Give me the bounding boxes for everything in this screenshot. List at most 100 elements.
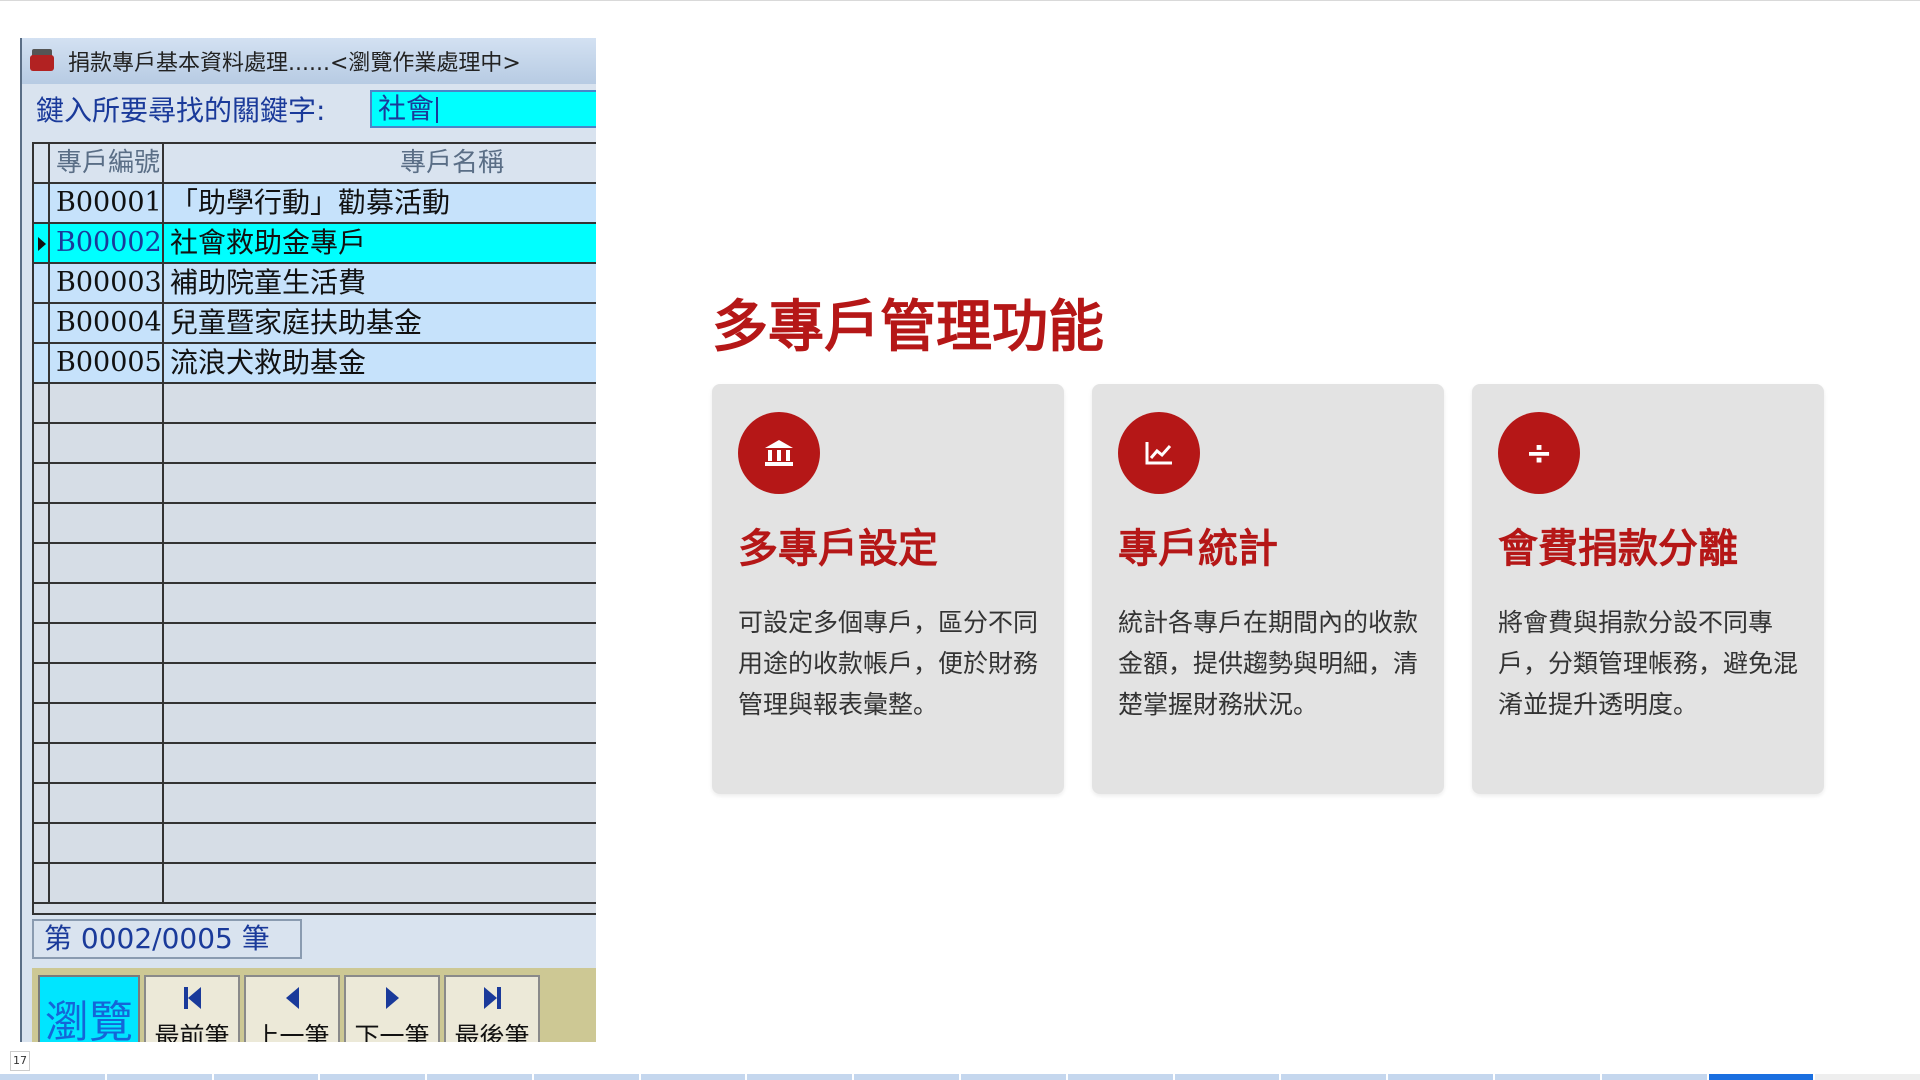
account-name-cell[interactable]	[164, 584, 596, 622]
empty-table-row[interactable]	[34, 864, 596, 904]
account-code-cell[interactable]	[50, 504, 164, 542]
row-indicator	[34, 824, 50, 862]
window-title-bar: 捐款專戶基本資料處理......<瀏覽作業處理中>	[22, 38, 596, 84]
account-name-cell[interactable]: 兒童暨家庭扶助基金	[164, 304, 596, 342]
account-code-cell[interactable]	[50, 864, 164, 902]
table-row[interactable]: B00002 社會救助金專戶	[34, 224, 596, 264]
account-code-cell[interactable]: B00004	[50, 304, 164, 342]
search-value: 社會	[378, 92, 435, 125]
progress-segment[interactable]	[854, 1074, 960, 1080]
table-row[interactable]: B00001 「助學行動」勸募活動	[34, 184, 596, 224]
progress-segment[interactable]	[1388, 1074, 1493, 1080]
next-record-button[interactable]: 下一筆	[344, 975, 440, 1042]
browse-mode-button[interactable]: 瀏覽	[38, 975, 140, 1042]
last-record-button[interactable]: 最後筆	[444, 975, 540, 1042]
account-code-cell[interactable]: B00005	[50, 344, 164, 382]
account-name-cell[interactable]	[164, 824, 596, 862]
account-code-cell[interactable]	[50, 744, 164, 782]
account-code-cell[interactable]	[50, 384, 164, 422]
empty-table-row[interactable]	[34, 504, 596, 544]
table-row[interactable]: B00004 兒童暨家庭扶助基金	[34, 304, 596, 344]
table-row[interactable]: B00005 流浪犬救助基金	[34, 344, 596, 384]
row-indicator	[34, 624, 50, 662]
empty-table-row[interactable]	[34, 664, 596, 704]
progress-segment[interactable]	[106, 1074, 212, 1080]
progress-segment[interactable]	[747, 1074, 853, 1080]
progress-segment[interactable]	[1174, 1074, 1280, 1080]
first-record-label: 最前筆	[154, 1022, 230, 1042]
progress-segment[interactable]	[0, 1074, 105, 1080]
row-indicator	[34, 304, 50, 342]
account-name-cell[interactable]	[164, 464, 596, 502]
row-indicator	[34, 744, 50, 782]
table-row[interactable]: B00003 補助院童生活費	[34, 264, 596, 304]
column-header-name[interactable]: 專戶名稱	[164, 144, 596, 182]
account-code-cell[interactable]	[50, 464, 164, 502]
empty-table-row[interactable]	[34, 544, 596, 584]
section-title: 多專戶管理功能	[712, 295, 1104, 360]
account-name-cell[interactable]: 流浪犬救助基金	[164, 344, 596, 382]
account-code-cell[interactable]: B00003	[50, 264, 164, 302]
empty-table-row[interactable]	[34, 704, 596, 744]
empty-table-row[interactable]	[34, 584, 596, 624]
empty-table-row[interactable]	[34, 824, 596, 864]
account-name-cell[interactable]	[164, 784, 596, 822]
account-code-cell[interactable]	[50, 664, 164, 702]
progress-segment[interactable]	[1708, 1074, 1814, 1080]
progress-segment[interactable]	[533, 1074, 639, 1080]
card-body: 將會費與捐款分設不同專戶，分類管理帳務，避免混淆並提升透明度。	[1498, 608, 1799, 719]
progress-segment[interactable]	[1601, 1074, 1707, 1080]
account-name-cell[interactable]	[164, 384, 596, 422]
account-name-cell[interactable]	[164, 544, 596, 582]
account-name-cell[interactable]	[164, 504, 596, 542]
progress-segment[interactable]	[961, 1074, 1066, 1080]
account-name-cell[interactable]	[164, 424, 596, 462]
empty-table-row[interactable]	[34, 624, 596, 664]
empty-table-row[interactable]	[34, 784, 596, 824]
account-name-cell[interactable]: 社會救助金專戶	[164, 224, 596, 262]
card-body: 統計各專戶在期間內的收款金額，提供趨勢與明細，清楚掌握財務狀況。	[1118, 608, 1419, 719]
account-code-cell[interactable]	[50, 424, 164, 462]
progress-segment[interactable]	[213, 1074, 319, 1080]
account-name-cell[interactable]	[164, 744, 596, 782]
account-name-cell[interactable]	[164, 664, 596, 702]
progress-segment[interactable]	[640, 1074, 746, 1080]
column-header-code[interactable]: 專戶編號	[50, 144, 164, 182]
progress-segment[interactable]	[1815, 1074, 1920, 1080]
search-row: 鍵入所要尋找的關鍵字: 社會	[22, 88, 596, 130]
first-record-button[interactable]: 最前筆	[144, 975, 240, 1042]
account-name-cell[interactable]	[164, 864, 596, 902]
progress-segment[interactable]	[1281, 1074, 1387, 1080]
progress-segment[interactable]	[1067, 1074, 1173, 1080]
account-name-cell[interactable]: 補助院童生活費	[164, 264, 596, 302]
last-record-label: 最後筆	[454, 1022, 530, 1042]
progress-segment[interactable]	[320, 1074, 426, 1080]
divide-icon: ÷	[1498, 412, 1580, 494]
empty-table-row[interactable]	[34, 384, 596, 424]
account-code-cell[interactable]	[50, 544, 164, 582]
account-code-cell[interactable]	[50, 784, 164, 822]
account-code-cell[interactable]	[50, 704, 164, 742]
account-code-cell[interactable]: B00001	[50, 184, 164, 222]
account-code-cell[interactable]: B00002	[50, 224, 164, 262]
progress-segment[interactable]	[1494, 1074, 1600, 1080]
account-code-cell[interactable]	[50, 624, 164, 662]
row-indicator	[34, 344, 50, 382]
account-name-cell[interactable]	[164, 704, 596, 742]
empty-table-row[interactable]	[34, 424, 596, 464]
empty-table-row[interactable]	[34, 744, 596, 784]
account-code-cell[interactable]	[50, 584, 164, 622]
account-code-cell[interactable]	[50, 824, 164, 862]
row-indicator	[34, 664, 50, 702]
progress-segment[interactable]	[427, 1074, 532, 1080]
search-input[interactable]: 社會	[370, 90, 596, 128]
next-record-label: 下一筆	[354, 1022, 430, 1042]
row-indicator	[34, 264, 50, 302]
record-counter: 第 0002/0005 筆	[32, 919, 302, 959]
account-name-cell[interactable]: 「助學行動」勸募活動	[164, 184, 596, 222]
account-name-cell[interactable]	[164, 624, 596, 662]
previous-record-button[interactable]: 上一筆	[244, 975, 340, 1042]
grid-header: 專戶編號 專戶名稱	[34, 144, 596, 184]
top-divider	[0, 0, 1920, 1]
empty-table-row[interactable]	[34, 464, 596, 504]
